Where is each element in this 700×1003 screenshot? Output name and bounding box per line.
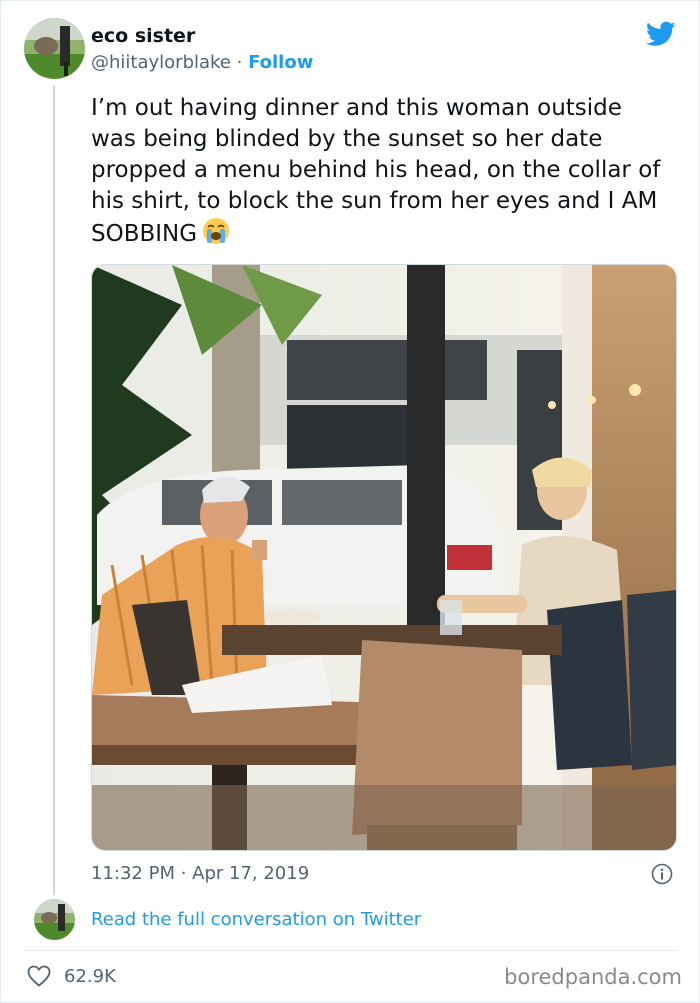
thread-line xyxy=(53,85,55,895)
loudly-crying-face-icon xyxy=(201,217,231,254)
mini-avatar[interactable] xyxy=(34,899,75,940)
separator: · xyxy=(230,52,249,73)
tweet-text: I’m out having dinner and this woman out… xyxy=(91,93,671,254)
info-icon[interactable] xyxy=(651,863,673,885)
like-count: 62.9K xyxy=(64,966,116,987)
tweet-card: eco sister @hiitaylorblake · Follow I’m … xyxy=(0,0,700,1003)
twitter-bird-icon[interactable] xyxy=(646,21,676,47)
tweet-photo[interactable] xyxy=(91,264,677,851)
follow-link[interactable]: Follow xyxy=(248,52,313,73)
handle[interactable]: @hiitaylorblake xyxy=(91,52,231,73)
display-name[interactable]: eco sister xyxy=(91,25,195,47)
tweet-timestamp[interactable]: 11:32 PM · Apr 17, 2019 xyxy=(91,863,309,884)
divider xyxy=(24,950,678,951)
read-conversation-link[interactable]: Read the full conversation on Twitter xyxy=(91,909,421,930)
tweet-body: I’m out having dinner and this woman out… xyxy=(91,95,661,247)
heart-icon[interactable] xyxy=(27,965,51,987)
avatar[interactable] xyxy=(24,18,85,79)
handle-row: @hiitaylorblake · Follow xyxy=(91,52,313,73)
watermark: boredpanda.com xyxy=(504,965,682,989)
